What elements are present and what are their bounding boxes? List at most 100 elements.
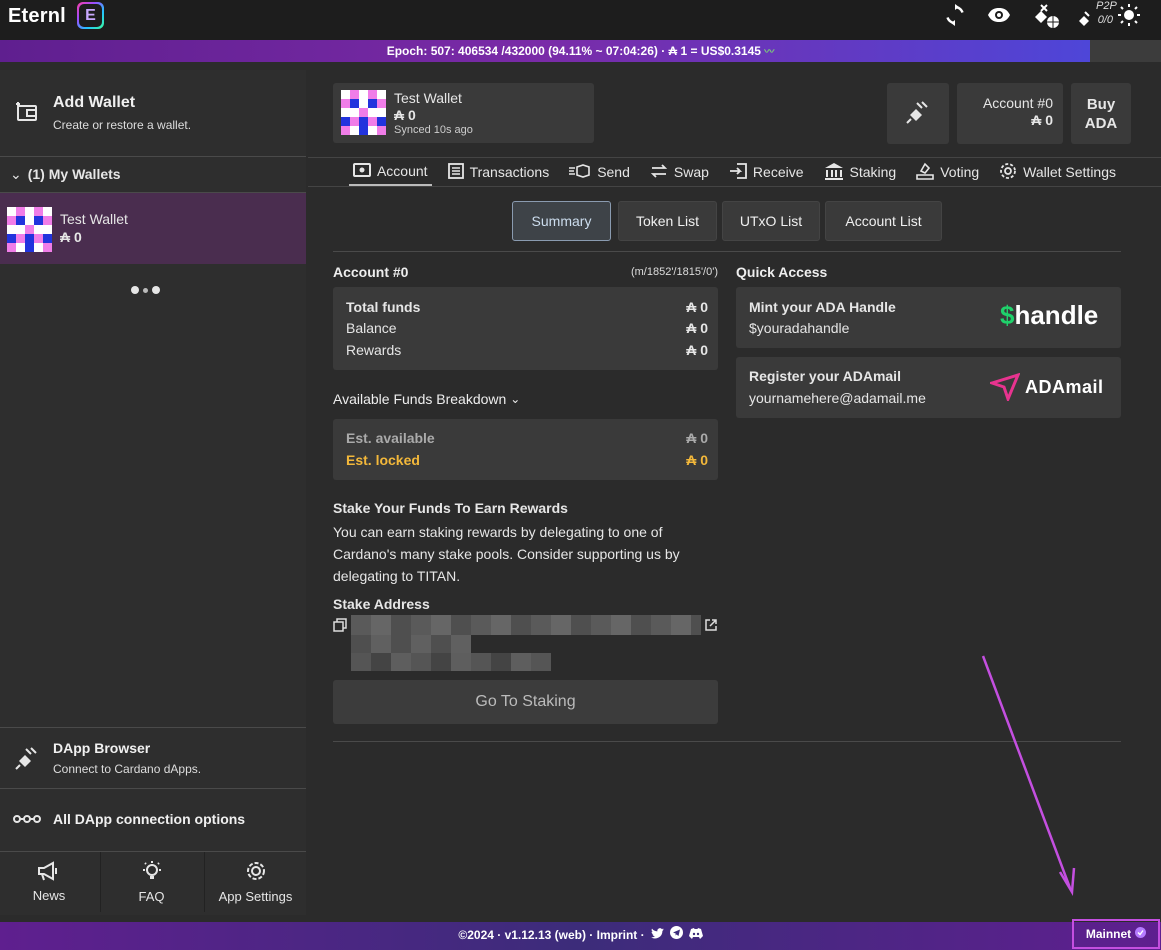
tab-transactions[interactable]: Transactions [444, 159, 554, 186]
add-wallet-title[interactable]: Add Wallet [53, 94, 135, 112]
dapp-connect-button[interactable] [887, 83, 949, 144]
est-available-row: Est. available ₳ 0 [346, 430, 708, 446]
wallet-tabs: Account Transactions Send Swap Receive S… [308, 157, 1161, 187]
subtab-utxo-list[interactable]: UTxO List [722, 201, 820, 241]
network-status[interactable]: Mainnet [1072, 919, 1160, 949]
gear-icon [999, 162, 1017, 183]
app-logo-icon: E [77, 2, 104, 29]
balance-row: Balance ₳ 0 [346, 320, 708, 336]
bank-icon [824, 161, 844, 184]
p2p-status[interactable]: P2P 0/0 [1084, 0, 1117, 26]
quick-access-title: Quick Access [736, 264, 828, 280]
buy-ada-button[interactable]: Buy ADA [1071, 83, 1131, 144]
breakdown-panel: Est. available ₳ 0 Est. locked ₳ 0 [333, 419, 718, 480]
add-wallet-icon[interactable] [12, 96, 40, 124]
tab-send[interactable]: Send [565, 160, 634, 185]
tab-wallet-settings[interactable]: Wallet Settings [995, 158, 1120, 187]
derivation-path: (m/1852'/1815'/0') [630, 266, 718, 278]
chevron-down-icon: ⌄ [10, 166, 22, 182]
theme-sun-icon[interactable] [1117, 2, 1141, 28]
tab-receive[interactable]: Receive [725, 159, 808, 186]
app-logo-text: Eternl [8, 5, 66, 27]
divider [0, 156, 306, 157]
faq-label: FAQ [138, 889, 165, 904]
stake-heading: Stake Your Funds To Earn Rewards [333, 500, 568, 516]
app-settings-label: App Settings [218, 889, 293, 904]
twitter-icon[interactable] [650, 922, 664, 948]
tab-swap[interactable]: Swap [646, 160, 713, 185]
account-title: Account #0 [333, 264, 409, 280]
subtab-summary[interactable]: Summary [512, 201, 611, 241]
adamail-logo: ADAmail [1025, 377, 1104, 397]
faq-button[interactable]: FAQ [100, 852, 202, 912]
send-icon [569, 163, 591, 181]
tab-voting[interactable]: Voting [912, 158, 983, 187]
sync-icon[interactable] [943, 2, 967, 28]
funds-breakdown-toggle[interactable]: Available Funds Breakdown ⌄ [333, 391, 520, 407]
connection-dots-icon [13, 812, 41, 828]
stake-description: You can earn staking rewards by delegati… [333, 524, 680, 584]
trend-icon: 〰 [764, 47, 775, 58]
app-settings-button[interactable]: App Settings [204, 852, 306, 912]
total-funds-row: Total funds ₳ 0 [346, 299, 708, 315]
plug-icon [14, 745, 40, 774]
adamail-card[interactable]: Register your ADAmail yournamehere@adama… [736, 357, 1121, 418]
subtab-token-list[interactable]: Token List [618, 201, 717, 241]
divider [0, 788, 306, 789]
wallet-pager-dots[interactable] [131, 286, 160, 294]
my-wallets-label: (1) My Wallets [27, 166, 121, 182]
funds-panel: Total funds ₳ 0 Balance ₳ 0 Rewards ₳ 0 [333, 287, 718, 370]
receive-icon [729, 162, 747, 182]
footer-text: ©2024 · v1.12.13 (web) · Imprint · [458, 928, 645, 942]
wallet-list-item[interactable]: Test Wallet ₳ 0 [0, 193, 306, 264]
external-link-icon[interactable] [704, 618, 718, 635]
divider [0, 727, 306, 728]
eye-card-icon [352, 162, 371, 180]
news-label: News [32, 888, 66, 903]
add-wallet-subtitle: Create or restore a wallet. [53, 118, 192, 132]
rewards-row: Rewards ₳ 0 [346, 342, 708, 358]
copy-icon[interactable] [333, 618, 347, 635]
wallet-avatar [341, 90, 386, 135]
verified-check-icon [1135, 927, 1147, 941]
wallet-name: Test Wallet [60, 211, 128, 227]
divider [333, 251, 1121, 252]
wallet-header-card[interactable]: Test Wallet ₳ 0 Synced 10s ago [333, 83, 594, 143]
dapp-browser-subtitle: Connect to Cardano dApps. [53, 762, 202, 776]
dapp-browser-title[interactable]: DApp Browser [53, 740, 150, 756]
paper-plane-icon [987, 372, 1021, 404]
dapp-connect-network-icon[interactable] [1030, 2, 1062, 28]
account-selector-button[interactable]: Account #0 ₳ 0 [957, 83, 1063, 144]
privacy-eye-icon[interactable] [986, 2, 1012, 28]
stake-address-blurred [351, 615, 701, 671]
tab-account[interactable]: Account [348, 159, 432, 186]
header-wallet-name: Test Wallet [394, 90, 462, 106]
network-label: Mainnet [1085, 927, 1132, 941]
discord-icon[interactable] [688, 922, 703, 948]
footer: ©2024 · v1.12.13 (web) · Imprint · [0, 922, 1161, 948]
wallet-balance: ₳ 0 [60, 229, 82, 245]
ada-handle-card[interactable]: Mint your ADA Handle $youradahandle $han… [736, 287, 1121, 348]
handle-logo: $handle [1000, 300, 1099, 330]
telegram-icon[interactable] [669, 922, 683, 948]
my-wallets-group[interactable]: ⌄ (1) My Wallets [10, 166, 121, 183]
all-dapp-options[interactable]: All DApp connection options [53, 811, 245, 827]
wallet-avatar [7, 207, 52, 252]
megaphone-icon [37, 861, 61, 884]
lightbulb-icon [140, 860, 164, 885]
vote-icon [916, 162, 935, 183]
gear-icon [245, 860, 267, 885]
stake-address-heading: Stake Address [333, 596, 430, 612]
adamail-subtitle: yournamehere@adamail.me [749, 390, 926, 406]
header-wallet-balance: ₳ 0 [394, 107, 416, 123]
chevron-down-icon: ⌄ [510, 392, 521, 406]
account-label: Account #0 [982, 95, 1053, 111]
subtab-account-list[interactable]: Account List [825, 201, 942, 241]
annotation-arrow [981, 655, 1076, 896]
swap-icon [650, 163, 668, 181]
tab-staking[interactable]: Staking [820, 157, 901, 188]
go-to-staking-button[interactable]: Go To Staking [333, 680, 718, 724]
news-button[interactable]: News [0, 852, 98, 912]
adamail-title: Register your ADAmail [749, 368, 901, 384]
epoch-text: Epoch: 507: 406534 /432000 (94.11% ~ 07:… [386, 44, 761, 58]
